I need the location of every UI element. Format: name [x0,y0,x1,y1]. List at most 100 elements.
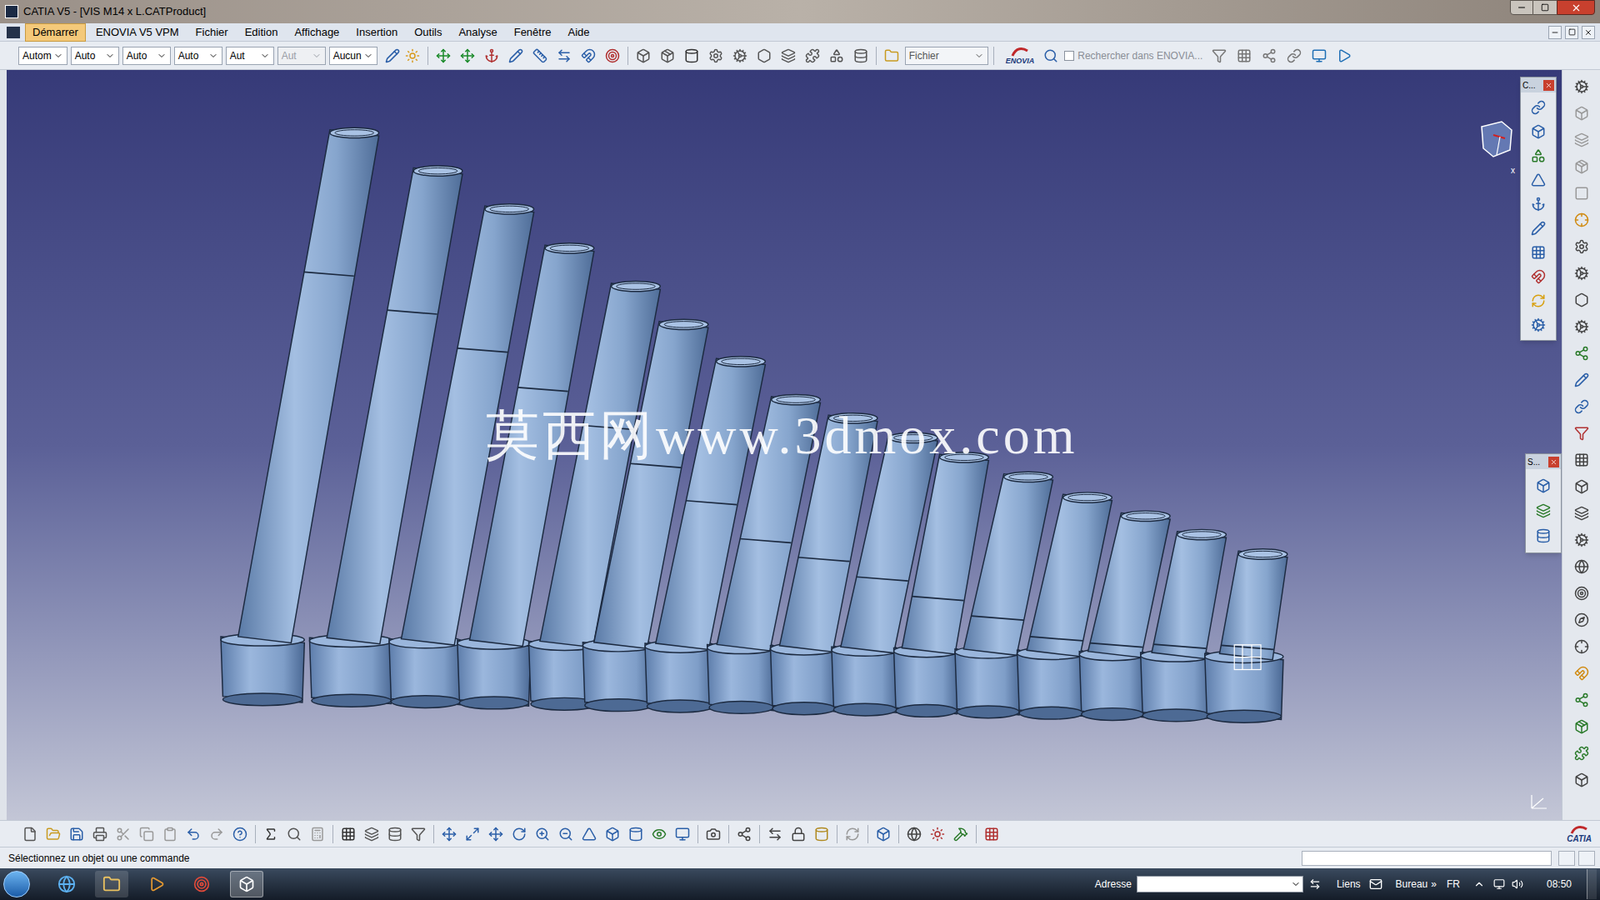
gear-icon[interactable] [1571,263,1592,284]
menu-item[interactable]: Fichier [189,24,235,41]
distance-icon[interactable] [554,45,575,66]
minimize-button[interactable] [1510,0,1534,15]
shapes-icon[interactable] [1528,145,1549,166]
menu-item[interactable]: Aide [561,24,597,41]
command-input[interactable] [1301,850,1552,866]
chain-icon[interactable] [1528,97,1549,118]
catia-app-icon[interactable] [5,5,19,19]
property-dropdown[interactable]: Auto [70,46,120,65]
cube-icon[interactable] [1533,475,1554,496]
gear-icon[interactable] [1571,530,1592,550]
close-button[interactable] [1556,0,1595,15]
help-icon[interactable] [230,824,250,845]
component-icon[interactable] [633,45,654,66]
settings-icon[interactable] [705,45,726,66]
3d-viewport[interactable]: 莫西网www.3dmox.comxC...S... [0,70,1562,820]
gear-icon[interactable] [1528,315,1549,335]
calculator-icon[interactable] [307,824,328,845]
cube-icon[interactable] [1571,103,1592,124]
layers-icon[interactable] [778,45,799,66]
crosshair-icon[interactable] [1571,636,1592,657]
grid-icon[interactable] [1234,45,1255,66]
menu-item[interactable]: ENOVIA V5 VPM [89,24,186,41]
database-icon[interactable] [850,45,871,66]
status-button[interactable] [1578,850,1595,866]
menu-item[interactable]: Analyse [451,24,504,41]
magnet-icon[interactable] [1528,266,1549,287]
fix-icon[interactable] [481,45,502,66]
toolbar-close-button[interactable] [1548,456,1560,468]
menu-item[interactable]: Démarrer [25,23,86,42]
toolbar-close-button[interactable] [1543,80,1555,91]
compass[interactable]: x [1476,118,1517,175]
share-icon[interactable] [1571,343,1592,364]
database-icon[interactable] [385,824,405,845]
taskbar-app[interactable] [50,870,84,898]
start-button[interactable] [3,870,30,898]
grid-icon[interactable] [1528,242,1549,263]
globe-icon[interactable] [1571,556,1592,577]
grid-snap-icon[interactable] [981,824,1002,845]
file-dropdown[interactable]: Fichier [905,46,989,65]
magnet-icon[interactable] [1571,663,1592,684]
share-icon[interactable] [1259,45,1280,66]
document-icon[interactable] [6,26,20,39]
snap-icon[interactable] [457,45,478,66]
link-icon[interactable] [1571,396,1592,417]
square-icon[interactable] [1571,183,1592,204]
doc-minimize-button[interactable] [1548,25,1562,40]
language-indicator[interactable]: FR [1446,876,1460,892]
new-icon[interactable] [20,824,40,845]
package-icon[interactable] [1571,716,1592,737]
monitor-icon[interactable] [1309,45,1330,66]
save-icon[interactable] [66,824,87,845]
volume-icon[interactable] [1511,878,1524,890]
menu-item[interactable]: Affichage [287,24,346,41]
explode-icon[interactable] [734,824,755,845]
cursor-icon[interactable] [1571,210,1592,230]
cube-icon[interactable] [1571,476,1592,497]
hexagon-icon[interactable] [1571,290,1592,310]
triangle-icon[interactable] [1528,170,1549,190]
go-button[interactable] [1306,875,1324,893]
network-icon[interactable] [1493,878,1505,890]
gear-icon[interactable] [1571,316,1592,337]
doc-restore-button[interactable] [1565,25,1579,40]
refresh-icon[interactable] [1528,290,1549,311]
shading-icon[interactable] [625,824,646,845]
menu-item[interactable]: Edition [238,24,285,41]
catalog-icon[interactable] [873,824,894,845]
pencil-icon[interactable] [1528,218,1549,239]
bolt[interactable] [1205,549,1288,723]
paint-icon[interactable] [382,45,403,66]
iso-view-icon[interactable] [602,824,623,845]
rotate-icon[interactable] [509,824,530,845]
property-dropdown[interactable]: Aucun [329,46,378,65]
property-dropdown[interactable]: Auto [122,46,171,65]
hide-show-icon[interactable] [649,824,670,845]
maximize-button[interactable] [1533,0,1557,15]
measure-icon[interactable] [765,824,785,845]
normal-view-icon[interactable] [579,824,600,845]
hierarchy-icon[interactable] [361,824,382,845]
gear-icon[interactable] [730,45,750,66]
desktop-label[interactable]: Bureau [1395,876,1429,892]
settings-icon[interactable] [1571,236,1592,257]
filter-icon[interactable] [408,824,429,845]
package-icon[interactable] [1571,156,1592,177]
floating-toolbar[interactable]: S... [1525,453,1562,554]
redo-icon[interactable] [206,824,227,845]
part-icon[interactable] [681,45,702,66]
menu-item[interactable]: Fenêtre [507,24,559,41]
edit-icon[interactable] [1571,370,1592,390]
share-icon[interactable] [1571,690,1592,710]
floating-toolbar[interactable]: C... [1520,76,1557,341]
puzzle-icon[interactable] [802,45,823,66]
camera-icon[interactable] [703,824,724,845]
layers-icon[interactable] [1571,503,1592,524]
grid-icon[interactable] [1571,450,1592,470]
offset-icon[interactable] [530,45,550,66]
property-dropdown[interactable]: Autom [18,46,68,65]
enovia-search-checkbox[interactable] [1064,50,1075,61]
copy-icon[interactable] [136,824,157,845]
